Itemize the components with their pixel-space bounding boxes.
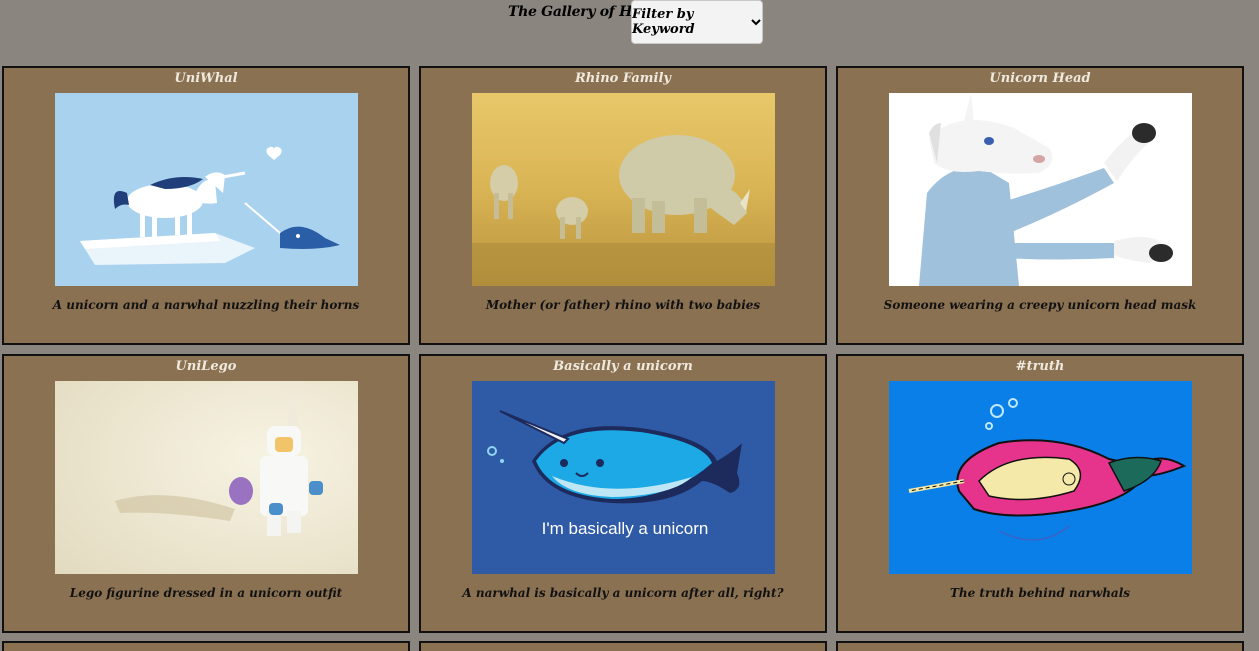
card-title: UniLego [175,359,237,374]
gallery-card[interactable]: UniLego Lego figurine dressed in a unico… [2,354,410,633]
card-title: Basically a unicorn [553,359,693,374]
unicorn-mask-image [889,93,1192,286]
card-description: The truth behind narwhals [949,586,1131,600]
card-description: Mother (or father) rhino with two babies [485,298,761,312]
gallery-card[interactable]: UniWhal A unicorn and a narwhal nuzzling… [2,66,410,345]
unicorn-narwhal-image [55,93,358,286]
lego-unicorn-image [55,381,358,574]
card-title: Rhino Family [575,71,671,86]
page-header: The Gallery of Horns Filter by Keyword [0,0,1259,60]
gallery-card-partial[interactable] [2,641,410,651]
filter-by-keyword-dropdown[interactable]: Filter by Keyword [631,0,763,44]
card-title: UniWhal [174,71,238,86]
gallery-card[interactable]: Unicorn Head Someone wearing a creepy un… [836,66,1244,345]
chevron-down-icon [750,16,762,28]
filter-label: Filter by Keyword [632,7,695,37]
card-description: A narwhal is basically a unicorn after a… [462,586,784,600]
rhino-family-image [472,93,775,286]
narwhal-cartoon-image: I'm basically a unicorn [472,381,775,574]
card-description: Lego figurine dressed in a unicorn outfi… [69,586,343,600]
gallery-card-partial[interactable] [836,641,1244,651]
gallery-card[interactable]: #truth The truth behind narwhals [836,354,1244,633]
gallery-card-partial[interactable] [419,641,827,651]
gallery-card[interactable]: Rhino Family Mother (or father) rhino wi… [419,66,827,345]
card-description: A unicorn and a narwhal nuzzling their h… [52,298,360,312]
card-description: Someone wearing a creepy unicorn head ma… [883,298,1197,312]
next-row-partial [2,641,1244,651]
card-title: #truth [1015,359,1065,374]
card-title: Unicorn Head [989,71,1091,86]
gallery-card[interactable]: Basically a unicorn I'm basically a unic… [419,354,827,633]
narwhal-cartoon-caption: I'm basically a unicorn [542,519,709,538]
narwhal-drawing-image [889,381,1192,574]
gallery-grid: UniWhal A unicorn and a narwhal nuzzling… [2,66,1244,633]
